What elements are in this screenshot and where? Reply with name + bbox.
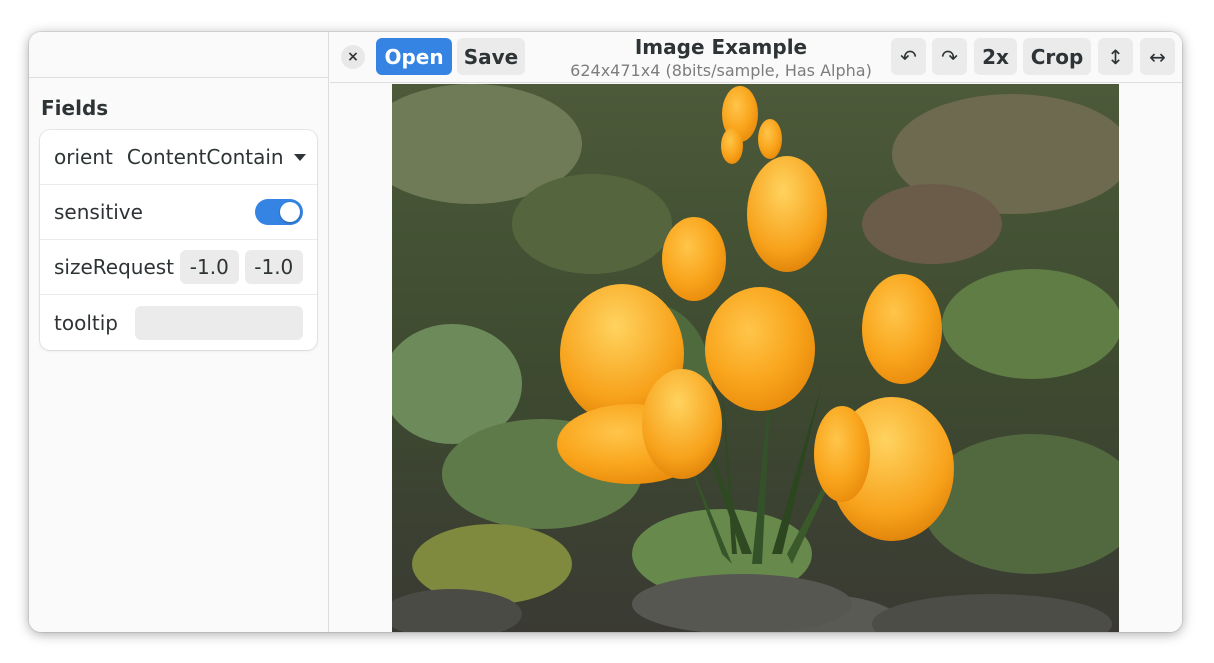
close-button[interactable]: × <box>341 45 365 69</box>
open-button[interactable]: Open <box>376 38 452 75</box>
sensitive-switch[interactable] <box>255 199 303 225</box>
size-request-height-spin[interactable]: -1.0 <box>244 250 303 284</box>
orient-dropdown[interactable]: ContentContain <box>127 145 306 169</box>
field-label-size-request: sizeRequest <box>54 255 175 279</box>
zoom-button[interactable]: 2x <box>974 38 1017 75</box>
field-row-size-request: sizeRequest -1.0 -1.0 <box>40 240 317 295</box>
tooltip-entry[interactable] <box>135 305 303 340</box>
size-request-width-spin[interactable]: -1.0 <box>180 250 239 284</box>
field-label-orient: orient <box>54 145 113 169</box>
flip-horizontal-button[interactable]: ↔ <box>1140 38 1175 75</box>
field-row-orient: orient ContentContain <box>40 130 317 185</box>
field-label-sensitive: sensitive <box>54 200 143 224</box>
switch-knob <box>280 202 300 222</box>
window-title: Image Example <box>634 35 808 59</box>
rotate-right-icon: ↷ <box>941 44 958 69</box>
window-subtitle: 624x471x4 (8bits/sample, Has Alpha) <box>570 61 872 80</box>
field-row-sensitive: sensitive <box>40 185 317 240</box>
flip-horizontal-icon: ↔ <box>1149 44 1166 69</box>
image-viewer <box>330 84 1182 632</box>
close-icon: × <box>347 49 359 65</box>
title-block: Image Example 624x471x4 (8bits/sample, H… <box>560 34 882 82</box>
main-pane: × Open Save Image Example 624x471x4 (8bi… <box>330 32 1182 632</box>
flip-vertical-button[interactable]: ↕ <box>1098 38 1133 75</box>
crop-button[interactable]: Crop <box>1023 38 1091 75</box>
fields-list: orient ContentContain sensitive sizeRequ… <box>40 130 317 350</box>
rotate-left-icon: ↶ <box>900 44 917 69</box>
crocus-photo <box>392 84 1119 632</box>
header-bar: × Open Save Image Example 624x471x4 (8bi… <box>330 32 1182 83</box>
sidebar-header <box>29 32 328 78</box>
chevron-down-icon <box>293 153 306 161</box>
app-window: Fields orient ContentContain sensitive s… <box>29 32 1182 632</box>
save-button[interactable]: Save <box>457 38 525 75</box>
rotate-right-button[interactable]: ↷ <box>932 38 967 75</box>
orient-dropdown-value: ContentContain <box>126 145 284 169</box>
sidebar-title: Fields <box>41 96 109 120</box>
rotate-left-button[interactable]: ↶ <box>891 38 926 75</box>
sidebar: Fields orient ContentContain sensitive s… <box>29 32 329 632</box>
flip-vertical-icon: ↕ <box>1107 44 1124 69</box>
field-row-tooltip: tooltip <box>40 295 317 350</box>
field-label-tooltip: tooltip <box>54 310 118 335</box>
